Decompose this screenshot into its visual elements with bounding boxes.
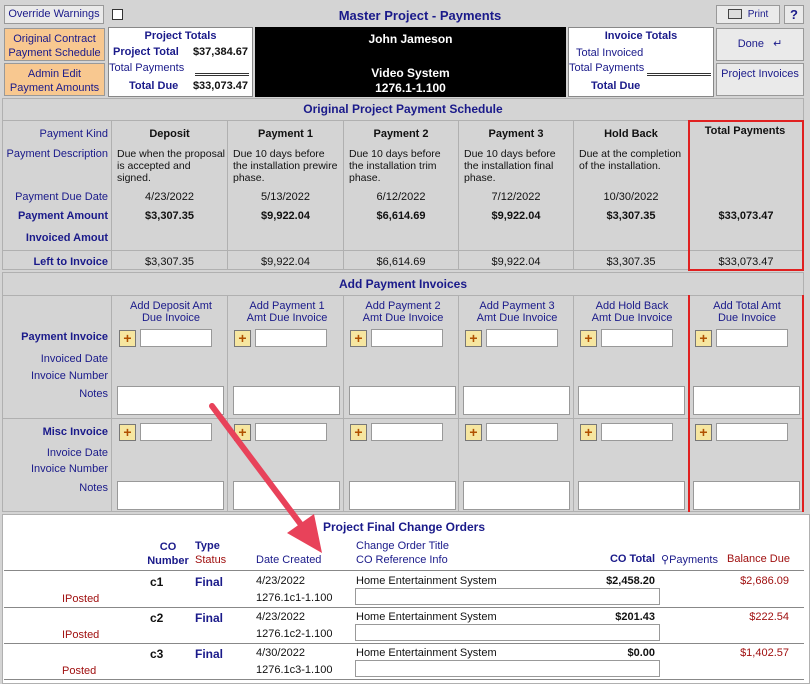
annotation-arrow-icon <box>209 403 322 553</box>
